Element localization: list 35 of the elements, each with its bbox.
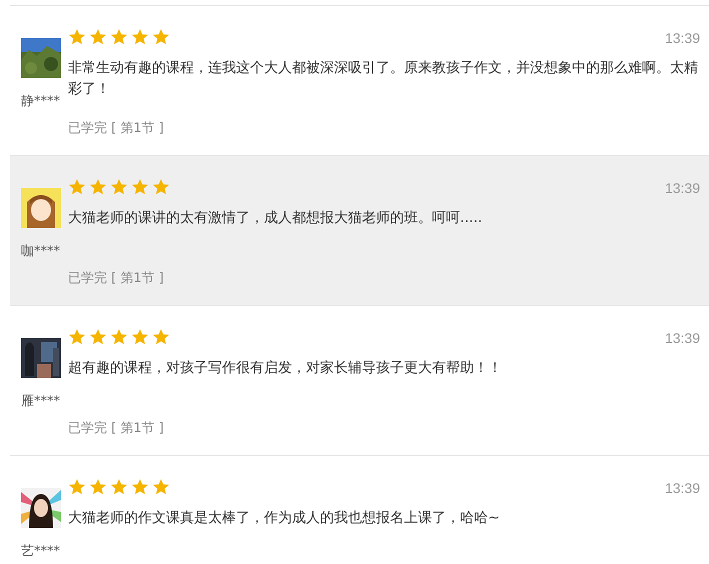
star-icon (110, 328, 128, 346)
review-text: 超有趣的课程，对孩子写作很有启发，对家长辅导孩子更大有帮助！！ (68, 359, 502, 378)
progress-status: 已学完 [ 第1节 ] (68, 420, 164, 437)
star-icon (89, 478, 107, 496)
star-icon (68, 178, 86, 196)
star-icon (131, 178, 149, 196)
review-time: 13:39 (664, 480, 700, 496)
progress-status: 已学完 [ 第1节 ] (68, 270, 164, 287)
star-icon (89, 328, 107, 346)
review-text: 大猫老师的课讲的太有激情了，成人都想报大猫老师的班。呵呵..... (68, 209, 482, 228)
review-text: 非常生动有趣的课程，连我这个大人都被深深吸引了。原来教孩子作文，并没想象中的那么难啊。太精彩了！ (68, 59, 699, 99)
user-name: 艺**** (21, 543, 60, 560)
star-icon (152, 328, 170, 346)
review-time: 13:39 (664, 30, 700, 46)
user-name: 静**** (21, 93, 60, 110)
user-name: 咖**** (21, 243, 60, 260)
star-icon (131, 328, 149, 346)
star-icon (89, 28, 107, 46)
star-icon (89, 178, 107, 196)
star-icon (110, 28, 128, 46)
star-icon (152, 178, 170, 196)
star-icon (68, 28, 86, 46)
review-time: 13:39 (664, 180, 700, 196)
star-icon (131, 28, 149, 46)
star-icon (131, 478, 149, 496)
star-icon (110, 178, 128, 196)
review-text: 大猫老师的作文课真是太棒了，作为成人的我也想报名上课了，哈哈~ (68, 509, 500, 528)
star-icon (68, 478, 86, 496)
star-icon (68, 328, 86, 346)
progress-status: 已学完 [ 第1节 ] (68, 120, 164, 137)
star-icon (110, 478, 128, 496)
star-icon (152, 478, 170, 496)
user-name: 雁**** (21, 393, 60, 410)
review-time: 13:39 (664, 330, 700, 346)
star-icon (152, 28, 170, 46)
